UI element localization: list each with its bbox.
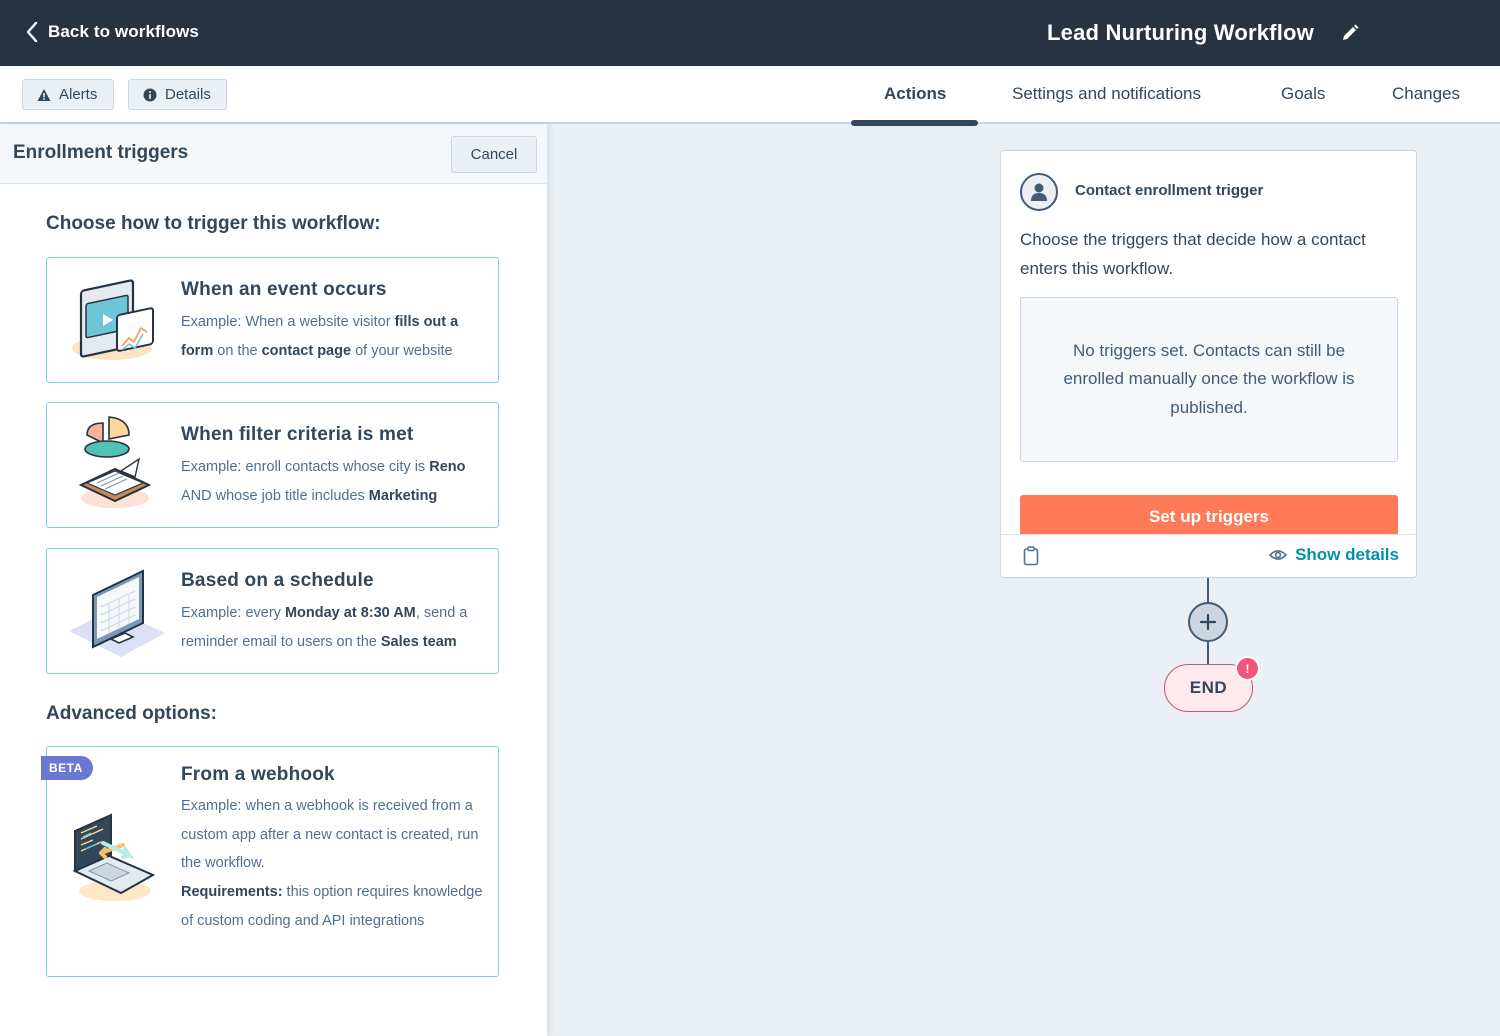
show-details-label: Show details [1295, 545, 1399, 564]
browser-video-chart-illustration [72, 279, 154, 360]
desc-bold: contact page [261, 342, 352, 359]
laptop-code-arrows-illustration [72, 813, 156, 901]
desc-text: Example: enroll contacts whose city is [181, 459, 430, 475]
active-tab-indicator [851, 120, 978, 126]
add-action-button[interactable] [1188, 602, 1228, 642]
workflow-title: Lead Nurturing Workflow [1047, 20, 1314, 45]
back-to-workflows-link[interactable]: Back to workflows [24, 20, 199, 44]
option-title: From a webhook [181, 764, 335, 785]
option-title: Based on a schedule [181, 570, 374, 591]
desc-text: Example: When a website visitor [181, 314, 395, 330]
tab-actions[interactable]: Actions [884, 84, 946, 104]
alerts-label: Alerts [59, 86, 98, 103]
trigger-card-title: Contact enrollment trigger [1075, 182, 1264, 199]
info-icon [143, 88, 157, 101]
option-title: When an event occurs [181, 279, 387, 300]
desc-text: AND whose job title includes [181, 487, 369, 504]
pie-chart-clipboard-illustration [78, 416, 152, 508]
trigger-card-description: Choose the triggers that decide how a co… [1020, 230, 1366, 278]
trigger-option-filter-criteria[interactable]: When filter criteria is met Example: enr… [46, 402, 499, 528]
advanced-options-heading: Advanced options: [46, 703, 218, 724]
contact-enrollment-trigger-card[interactable]: Contact enrollment trigger Choose the tr… [1000, 150, 1417, 578]
back-label: Back to workflows [48, 22, 199, 41]
connector-line [1207, 642, 1209, 664]
tab-goals[interactable]: Goals [1281, 84, 1325, 104]
clipboard-icon[interactable] [1023, 546, 1039, 566]
top-bar: Back to workflows Lead Nurturing Workflo… [0, 0, 1500, 66]
desc-bold: Marketing [368, 487, 438, 504]
connector-line [1207, 578, 1209, 602]
calendar-monitor-illustration [69, 569, 165, 657]
plus-icon [1199, 613, 1217, 631]
option-description: Example: When a website visitor fills ou… [181, 308, 486, 365]
sub-header: Alerts Details Actions Settings and noti… [0, 66, 1500, 126]
desc-bold: Requirements: [181, 884, 283, 901]
no-triggers-message: No triggers set. Contacts can still be e… [1020, 297, 1398, 462]
details-button[interactable]: Details [128, 79, 227, 110]
person-icon [1031, 183, 1047, 201]
panel-header: Enrollment triggers Cancel [0, 124, 547, 184]
cancel-button[interactable]: Cancel [451, 136, 537, 173]
desc-text: on the [213, 342, 262, 359]
contact-avatar [1020, 173, 1058, 211]
chevron-left-icon [26, 21, 38, 43]
tab-settings-and-notifications[interactable]: Settings and notifications [1012, 84, 1201, 104]
trigger-option-webhook[interactable]: BETA From a webhook Example: when a webh… [41, 746, 499, 977]
trigger-option-schedule[interactable]: Based on a schedule Example: every Monda… [46, 548, 499, 674]
enrollment-triggers-panel: Enrollment triggers Cancel Choose how to… [0, 124, 547, 1036]
panel-title: Enrollment triggers [13, 142, 189, 163]
desc-text: of your website [351, 342, 453, 359]
desc-bold: Monday at 8:30 AM [284, 605, 416, 621]
option-description: Example: every Monday at 8:30 AM, send a… [181, 599, 486, 656]
choose-trigger-heading: Choose how to trigger this workflow: [46, 213, 381, 234]
desc-text: Example: when a webhook is received from… [181, 798, 479, 872]
details-label: Details [165, 86, 211, 103]
option-title: When filter criteria is met [181, 424, 414, 445]
desc-bold: Reno [429, 459, 466, 475]
option-description: Example: enroll contacts whose city is R… [181, 453, 486, 510]
desc-bold: Sales team [380, 633, 457, 650]
desc-text: Example: every [181, 605, 285, 621]
trigger-option-event[interactable]: When an event occurs Example: When a web… [46, 257, 499, 383]
alerts-button[interactable]: Alerts [22, 79, 114, 110]
pencil-icon[interactable] [1340, 23, 1360, 43]
eye-icon [1269, 550, 1288, 560]
alert-badge: ! [1235, 656, 1260, 681]
trigger-card-footer: Show details [1001, 534, 1416, 577]
warning-icon [37, 88, 51, 101]
tab-changes[interactable]: Changes [1392, 84, 1460, 104]
show-details-link[interactable]: Show details [1269, 545, 1399, 565]
option-description: Example: when a webhook is received from… [181, 792, 486, 936]
beta-badge: BETA [41, 756, 93, 780]
